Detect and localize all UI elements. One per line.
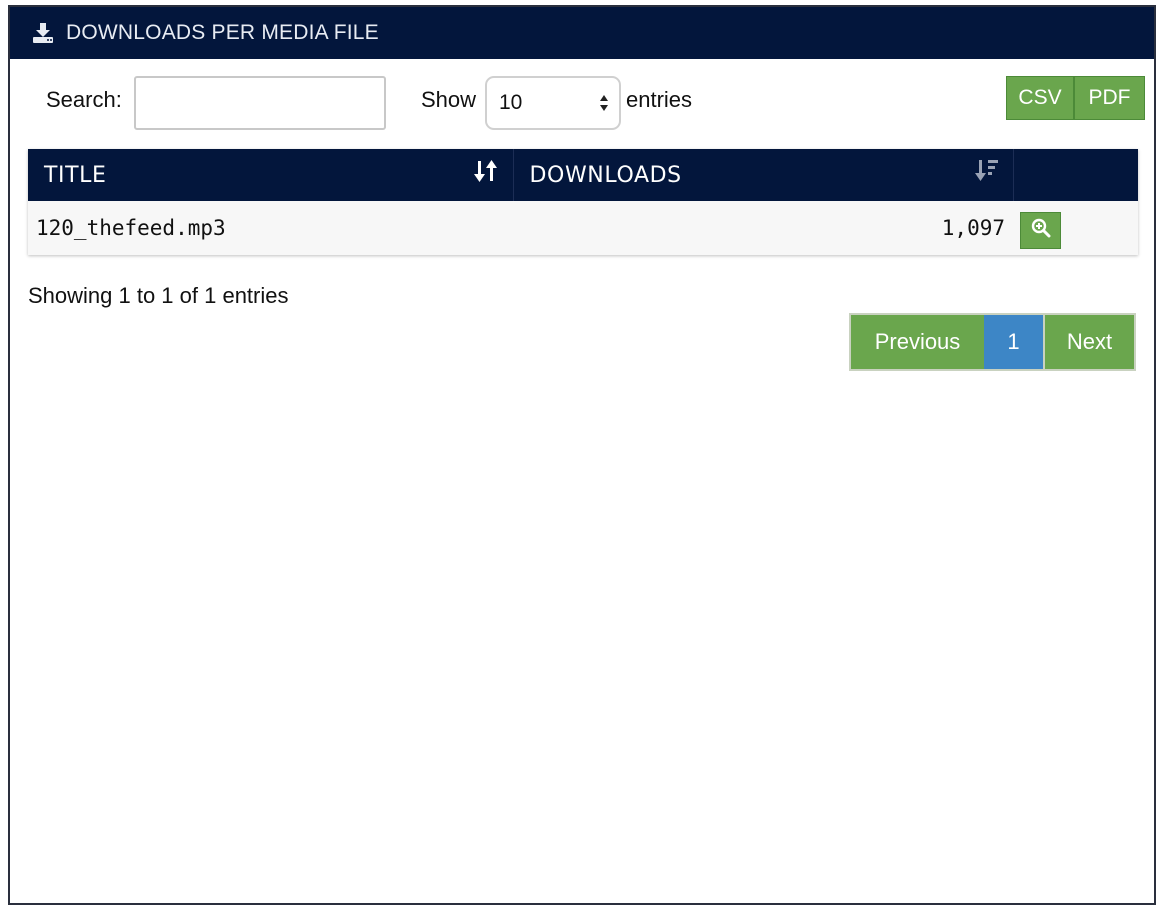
view-details-button[interactable] — [1020, 211, 1061, 249]
column-downloads-label: DOWNLOADS — [529, 162, 682, 188]
zoom-in-icon — [1031, 218, 1051, 243]
cell-downloads: 1,097 — [513, 201, 1013, 255]
sort-desc-icon — [974, 158, 999, 190]
download-icon — [32, 22, 54, 44]
column-header-title[interactable]: TITLE — [28, 149, 513, 201]
table-controls: Search: Show 10 entries CSV PDF — [10, 59, 1154, 149]
show-label: Show — [421, 87, 477, 112]
page-1-button[interactable]: 1 — [984, 315, 1043, 369]
search-input[interactable] — [134, 76, 386, 130]
panel-header: DOWNLOADS PER MEDIA FILE — [10, 7, 1154, 59]
sort-both-icon — [474, 158, 498, 190]
csv-export-button[interactable]: CSV — [1007, 77, 1075, 119]
downloads-table: TITLE DOWNLOADS 120_thefeed.mp3 1,097 — [28, 149, 1138, 255]
column-header-actions — [1012, 149, 1138, 201]
select-arrows-icon — [599, 94, 609, 118]
page-length-value: 10 — [499, 91, 523, 114]
pdf-export-button[interactable]: PDF — [1075, 77, 1144, 119]
panel-title: DOWNLOADS PER MEDIA FILE — [66, 21, 379, 44]
export-button-group: CSV PDF — [1006, 76, 1145, 120]
pagination: Previous 1 Next — [849, 313, 1136, 371]
table-info: Showing 1 to 1 of 1 entries — [28, 283, 289, 308]
downloads-panel: DOWNLOADS PER MEDIA FILE Search: Show 10… — [8, 5, 1156, 905]
page-length-select[interactable]: 10 — [485, 76, 621, 130]
column-header-downloads[interactable]: DOWNLOADS — [512, 149, 1013, 201]
cell-title: 120_thefeed.mp3 — [28, 201, 513, 255]
previous-page-button[interactable]: Previous — [851, 315, 984, 369]
search-label: Search: — [46, 87, 122, 112]
next-page-button[interactable]: Next — [1043, 315, 1134, 369]
cell-actions — [1013, 201, 1138, 255]
entries-label: entries — [626, 87, 693, 112]
table-row: 120_thefeed.mp3 1,097 — [28, 201, 1138, 255]
column-title-label: TITLE — [44, 162, 107, 188]
